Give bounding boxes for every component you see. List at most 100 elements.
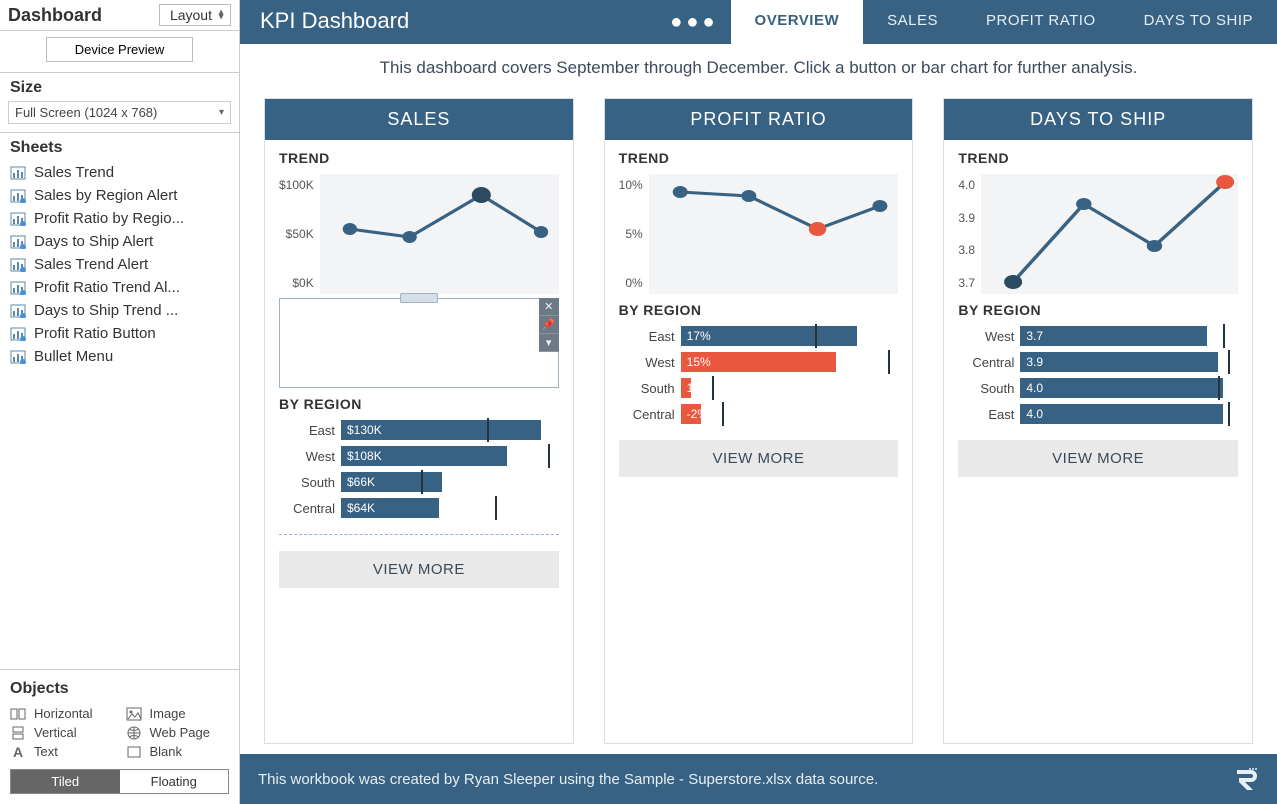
bar-track: $130K [341,420,559,440]
chevron-down-icon[interactable]: ▾ [539,334,559,352]
pin-icon[interactable]: 📌 [539,316,559,334]
sales-view-more-button[interactable]: VIEW MORE [279,551,559,588]
sheet-item[interactable]: Sales Trend [0,161,239,184]
bar-row[interactable]: Central$64K [279,498,559,518]
close-icon[interactable]: ✕ [539,298,559,316]
blank-icon [126,745,142,759]
horizontal-icon [10,707,26,721]
bar-fill: 4.0 [1020,404,1222,424]
tile-mode-toggle[interactable]: Tiled Floating [10,769,229,794]
sheet-item[interactable]: Days to Ship Trend ... [0,299,239,322]
chevron-down-icon: ▾ [219,107,224,118]
size-dropdown[interactable]: Full Screen (1024 x 768) ▾ [8,101,231,124]
bar-track: 15% [681,352,899,372]
sheet-item[interactable]: Bullet Menu [0,345,239,368]
sheet-item[interactable]: Profit Ratio Trend Al... [0,276,239,299]
sheet-label: Sales by Region Alert [34,187,177,204]
bar-fill: 17% [681,326,857,346]
axis-tick: 10% [619,178,643,192]
device-preview-button[interactable]: Device Preview [46,37,194,62]
dashboard-canvas: KPI Dashboard ●●● OVERVIEWSALESPROFIT RA… [240,0,1277,804]
bar-fill: 15% [681,352,836,372]
sheet-label: Days to Ship Trend ... [34,302,178,319]
floating-option[interactable]: Floating [120,770,229,793]
dashboard-pane-title: Dashboard [8,5,159,26]
objects-section: Objects Horizontal Image Vertical Web Page A… [0,669,239,804]
bar-row[interactable]: West$108K [279,446,559,466]
axis-tick: 4.0 [958,178,975,192]
object-blank[interactable]: Blank [126,744,230,759]
bar-target-marker [1228,350,1230,374]
bar-target-marker [548,444,550,468]
sheet-label: Sales Trend Alert [34,256,148,273]
sheet-item[interactable]: Sales by Region Alert [0,184,239,207]
sheet-label: Days to Ship Alert [34,233,153,250]
object-text[interactable]: AText [10,744,114,759]
bar-label: East [619,329,675,344]
sheet-item[interactable]: Sales Trend Alert [0,253,239,276]
bar-row[interactable]: Central-2% [619,404,899,424]
worksheet-icon [10,258,26,272]
sales-trend-chart[interactable] [320,174,559,294]
layout-tab-selector[interactable]: Layout [159,4,231,26]
worksheet-icon [10,212,26,226]
size-value: Full Screen (1024 x 768) [15,105,157,120]
footer-bar: This workbook was created by Ryan Sleepe… [240,754,1277,804]
tab-profit-ratio[interactable]: PROFIT RATIO [962,0,1120,44]
bar-track: 17% [681,326,899,346]
bar-row[interactable]: East 17% [619,326,899,346]
axis-tick: 0% [619,276,643,290]
ship-view-more-button[interactable]: VIEW MORE [958,440,1238,477]
sheet-item[interactable]: Profit Ratio Button [0,322,239,345]
more-menu-icon[interactable]: ●●● [670,11,718,34]
object-vertical[interactable]: Vertical [10,725,114,740]
tab-days-to-ship[interactable]: DAYS TO SHIP [1120,0,1277,44]
dashboard-header: KPI Dashboard ●●● OVERVIEWSALESPROFIT RA… [240,0,1277,44]
bar-row[interactable]: South4.0 [958,378,1238,398]
ship-trend-chart[interactable] [981,174,1238,294]
bar-row[interactable]: Central 3.9 [958,352,1238,372]
bar-row[interactable]: South$66K [279,472,559,492]
bar-track: 3.7 [1020,326,1238,346]
bar-target-marker [1218,376,1220,400]
bar-fill: $64K [341,498,439,518]
bar-row[interactable]: East4.0 [958,404,1238,424]
image-icon [126,707,142,721]
bar-row[interactable]: West3.7 [958,326,1238,346]
object-image[interactable]: Image [126,706,230,721]
worksheet-icon [10,350,26,364]
sheet-item[interactable]: Profit Ratio by Regio... [0,207,239,230]
objects-section-label: Objects [10,676,229,700]
bar-row[interactable]: South1% [619,378,899,398]
bar-label: Central [958,355,1014,370]
bar-fill: $108K [341,446,507,466]
profit-trend-label: TREND [619,150,899,166]
object-horizontal[interactable]: Horizontal [10,706,114,721]
tab-overview[interactable]: OVERVIEW [731,0,864,44]
profit-trend-chart[interactable] [649,174,899,294]
sheets-section-label: Sheets [0,135,239,159]
tiled-option[interactable]: Tiled [11,770,120,793]
axis-tick: $100K [279,178,314,192]
bar-row[interactable]: West15% [619,352,899,372]
bar-row[interactable]: East$130K [279,420,559,440]
worksheet-icon [10,189,26,203]
tab-sales[interactable]: SALES [863,0,962,44]
text-icon: A [10,745,26,759]
bar-target-marker [1223,324,1225,348]
card-sales: SALES TREND $100K$50K$0K [264,98,574,744]
bar-fill: $66K [341,472,442,492]
bar-track: $66K [341,472,559,492]
axis-tick: 3.8 [958,243,975,257]
sheet-item[interactable]: Days to Ship Alert [0,230,239,253]
drag-handle-icon[interactable] [400,293,438,303]
bar-fill: 1% [681,378,691,398]
bar-target-marker [487,418,489,442]
axis-tick: 5% [619,227,643,241]
profit-view-more-button[interactable]: VIEW MORE [619,440,899,477]
object-web-page[interactable]: Web Page [126,725,230,740]
bar-track: 3.9 [1020,352,1238,372]
bar-track: $108K [341,446,559,466]
bar-track: 4.0 [1020,404,1238,424]
floating-object-placeholder[interactable]: ✕ 📌 ▾ [279,298,559,388]
